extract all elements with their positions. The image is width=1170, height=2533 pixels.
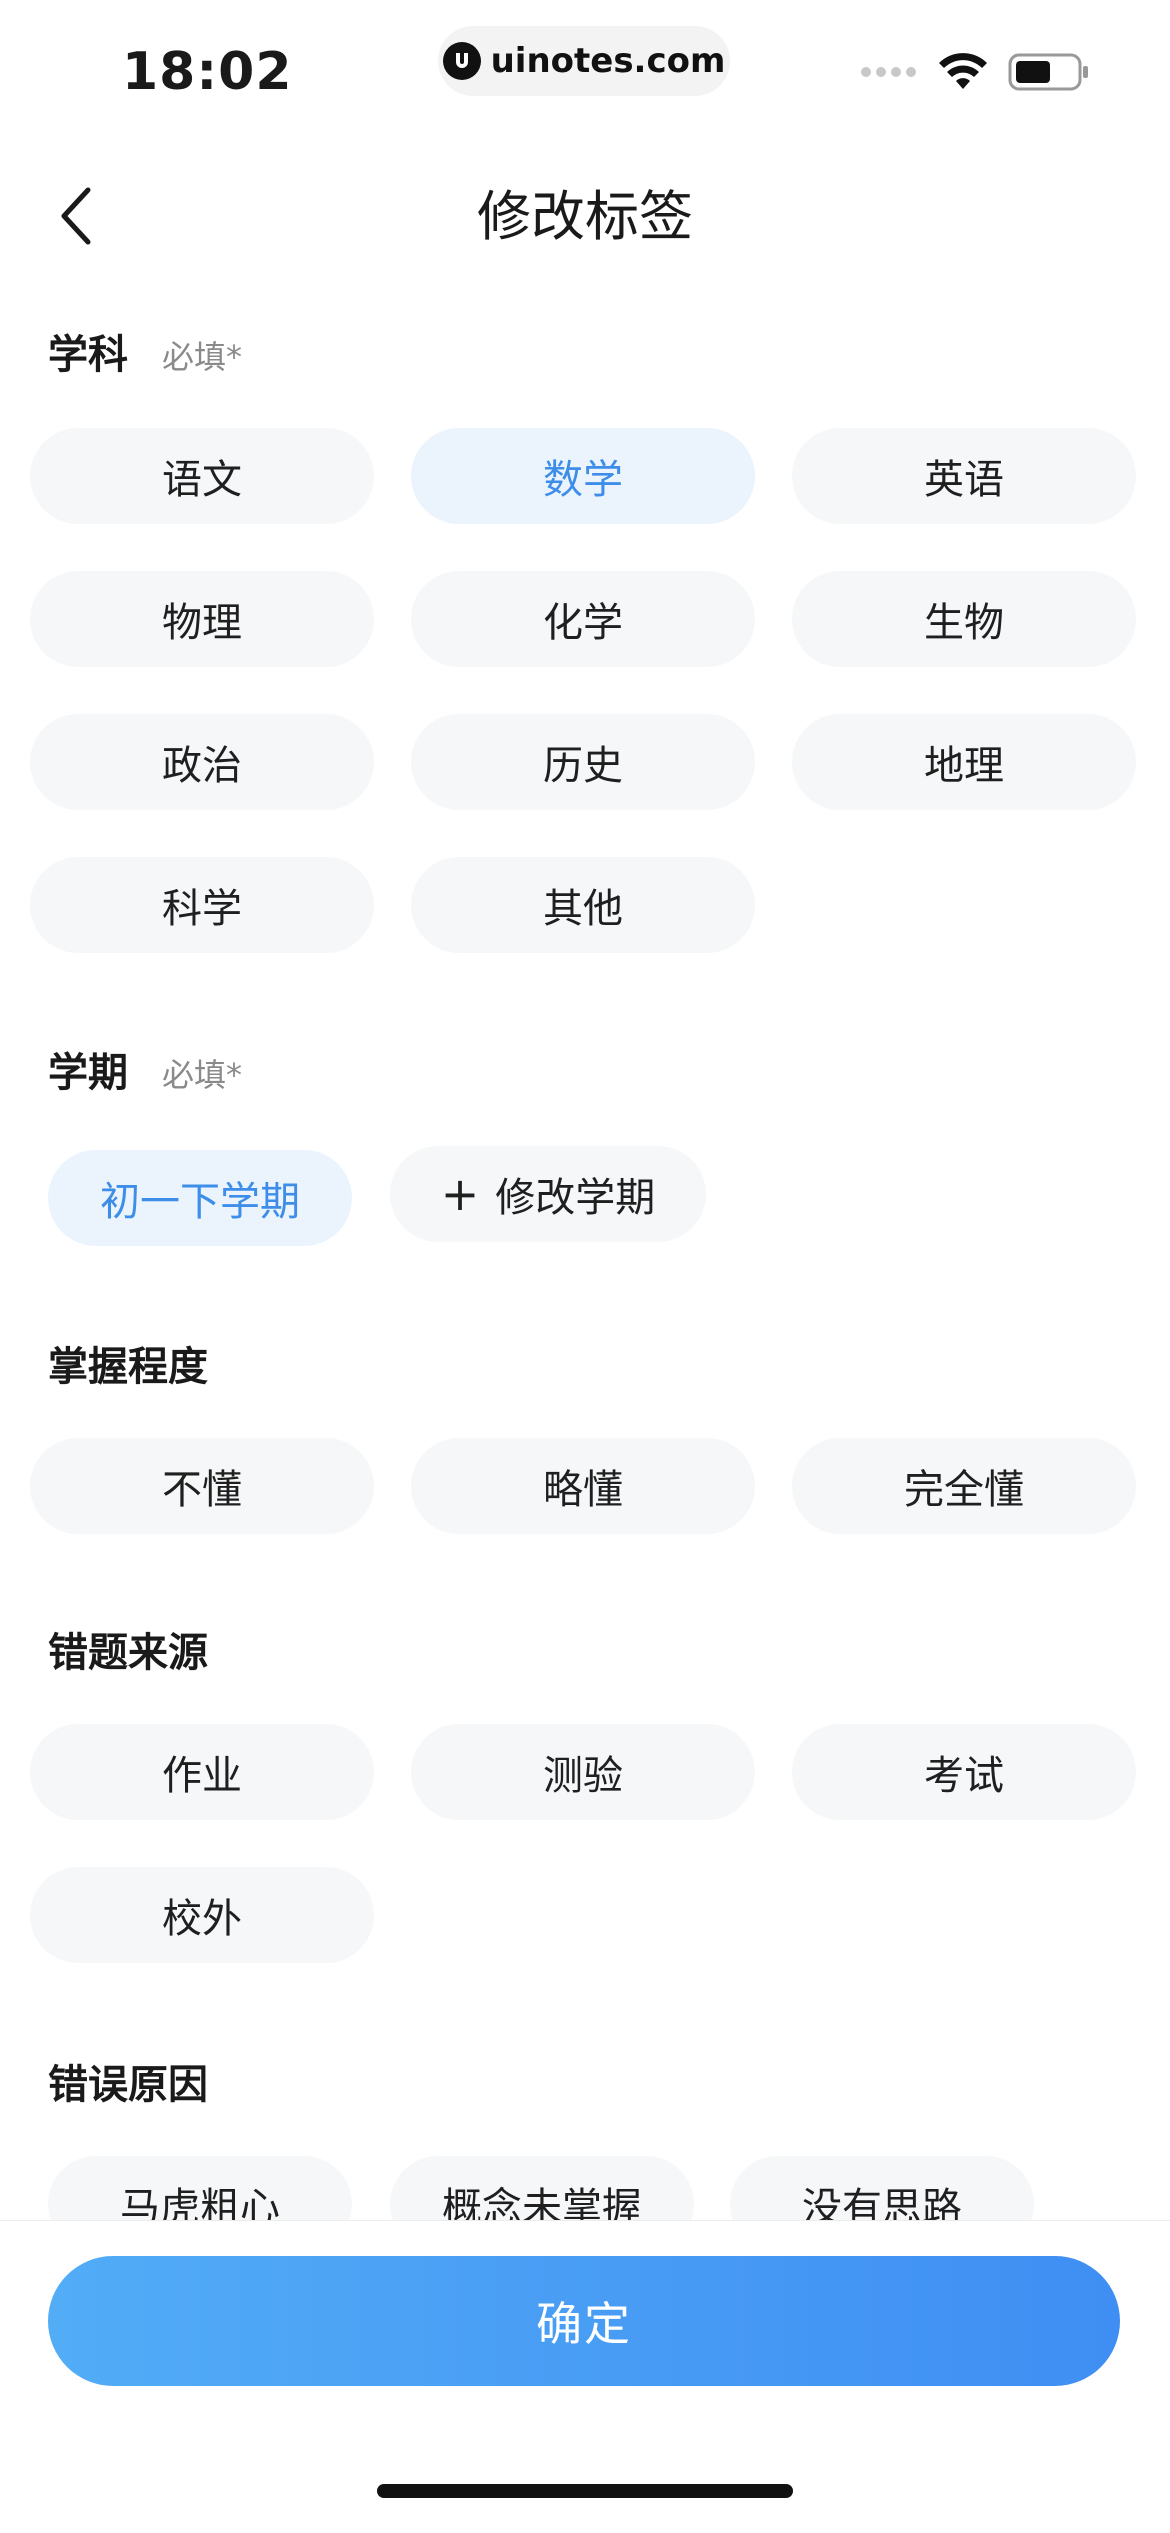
source-chip-exam[interactable]: 考试 bbox=[792, 1724, 1136, 1820]
subject-chip-math[interactable]: 数学 bbox=[411, 428, 755, 524]
reason-chip-careless[interactable]: 马虎粗心 bbox=[48, 2156, 352, 2220]
wifi-icon bbox=[939, 53, 987, 89]
source-chip-offcampus[interactable]: 校外 bbox=[30, 1867, 374, 1963]
reason-options-scroll-area: 马虎粗心 概念未掌握 没有思路 bbox=[0, 2100, 1170, 2220]
source-title: 错题来源 bbox=[48, 1630, 208, 1676]
subject-chip-english[interactable]: 英语 bbox=[792, 428, 1136, 524]
url-pill[interactable]: uinotes.com bbox=[438, 26, 730, 96]
mastery-chip-full[interactable]: 完全懂 bbox=[792, 1438, 1136, 1534]
source-section-title: 错题来源 bbox=[48, 1620, 208, 1678]
status-bar: 18:02 uinotes.com bbox=[0, 0, 1170, 140]
battery-icon bbox=[1008, 53, 1088, 91]
semester-section-title: 学期 必填* bbox=[48, 1040, 242, 1098]
subject-chip-chemistry[interactable]: 化学 bbox=[411, 571, 755, 667]
semester-title: 学期 bbox=[48, 1050, 128, 1096]
reason-chip-concept[interactable]: 概念未掌握 bbox=[390, 2156, 694, 2220]
mastery-section-title: 掌握程度 bbox=[48, 1334, 208, 1392]
subject-section-title: 学科 必填* bbox=[48, 322, 242, 380]
subject-chip-science[interactable]: 科学 bbox=[30, 857, 374, 953]
plus-icon: + bbox=[440, 1167, 480, 1221]
subject-required-hint: 必填* bbox=[162, 338, 243, 376]
url-text: uinotes.com bbox=[490, 41, 726, 81]
signal-icon bbox=[861, 67, 916, 77]
mastery-chip-partial[interactable]: 略懂 bbox=[411, 1438, 755, 1534]
subject-chip-geography[interactable]: 地理 bbox=[792, 714, 1136, 810]
edit-semester-label: 修改学期 bbox=[495, 1175, 656, 1221]
subject-chip-other[interactable]: 其他 bbox=[411, 857, 755, 953]
subject-chip-biology[interactable]: 生物 bbox=[792, 571, 1136, 667]
page-title: 修改标签 bbox=[477, 185, 693, 248]
subject-chip-physics[interactable]: 物理 bbox=[30, 571, 374, 667]
source-chip-quiz[interactable]: 测验 bbox=[411, 1724, 755, 1820]
source-chip-homework[interactable]: 作业 bbox=[30, 1724, 374, 1820]
subject-chip-politics[interactable]: 政治 bbox=[30, 714, 374, 810]
semester-required-hint: 必填* bbox=[162, 1056, 243, 1094]
subject-chip-history[interactable]: 历史 bbox=[411, 714, 755, 810]
reason-chip-no-idea[interactable]: 没有思路 bbox=[730, 2156, 1034, 2220]
site-logo-icon bbox=[442, 42, 481, 80]
mastery-title: 掌握程度 bbox=[48, 1344, 208, 1390]
status-time: 18:02 bbox=[122, 42, 293, 102]
mastery-chip-none[interactable]: 不懂 bbox=[30, 1438, 374, 1534]
subject-chip-chinese[interactable]: 语文 bbox=[30, 428, 374, 524]
home-indicator bbox=[377, 2484, 793, 2498]
edit-semester-button[interactable]: + 修改学期 bbox=[390, 1146, 706, 1242]
confirm-button[interactable]: 确定 bbox=[48, 2256, 1120, 2386]
semester-chip-selected[interactable]: 初一下学期 bbox=[48, 1150, 352, 1246]
subject-title: 学科 bbox=[48, 332, 128, 378]
status-indicators bbox=[860, 52, 1090, 92]
